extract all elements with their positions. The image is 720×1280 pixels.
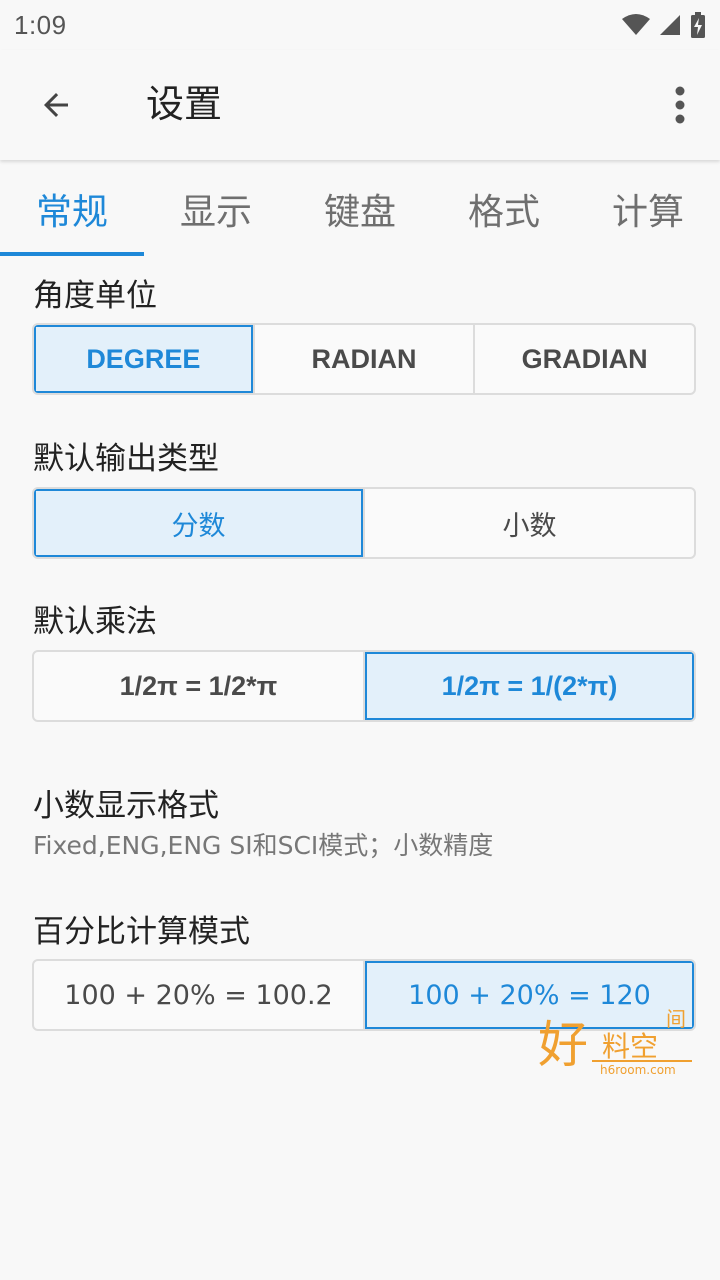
status-icons (622, 12, 706, 38)
watermark-text: 料空 (602, 1030, 658, 1063)
output-type-label: 默认输出类型 (33, 441, 219, 477)
arrow-back-icon (44, 93, 68, 117)
output-type-decimal-option[interactable]: 小数 (365, 489, 694, 557)
multiplication-implicit-option[interactable]: 1/2π = 1/2*π (34, 652, 365, 720)
decimal-format-label: 小数显示格式 (33, 788, 219, 824)
overflow-menu-button[interactable] (660, 77, 700, 133)
status-time: 1:09 (14, 9, 67, 40)
tab-bar: 常规 显示 键盘 格式 计算 (0, 162, 720, 256)
multiplication-grouped-option[interactable]: 1/2π = 1/(2*π) (365, 652, 694, 720)
tab-calculation[interactable]: 计算 (576, 162, 720, 256)
decimal-format-subtitle: Fixed,ENG,ENG SI和SCI模式；小数精度 (33, 831, 494, 860)
more-vert-icon (675, 86, 685, 124)
back-button[interactable] (28, 77, 84, 133)
output-type-fraction-option[interactable]: 分数 (34, 489, 365, 557)
watermark-main-glyph: 好 (538, 1016, 588, 1074)
app-bar: 设置 (0, 50, 720, 160)
watermark-url: h6room.com (600, 1063, 676, 1077)
multiplication-label: 默认乘法 (33, 604, 157, 640)
output-type-selector: 分数 小数 (32, 487, 696, 559)
angle-unit-selector: DEGREE RADIAN GRADIAN (32, 323, 696, 395)
angle-unit-degree-option[interactable]: DEGREE (34, 325, 255, 393)
percent-mode-label: 百分比计算模式 (33, 914, 250, 950)
tab-general[interactable]: 常规 (0, 162, 144, 256)
multiplication-selector: 1/2π = 1/2*π 1/2π = 1/(2*π) (32, 650, 696, 722)
watermark-logo: 好 料空 间 h6room.com (536, 1004, 696, 1078)
angle-unit-gradian-option[interactable]: GRADIAN (475, 325, 694, 393)
wifi-icon (622, 14, 650, 35)
tab-display[interactable]: 显示 (144, 162, 288, 256)
watermark-corner: 间 (666, 1007, 686, 1031)
page-title: 设置 (146, 82, 223, 126)
battery-icon (691, 12, 705, 38)
angle-unit-radian-option[interactable]: RADIAN (255, 325, 476, 393)
angle-unit-label: 角度单位 (33, 278, 157, 314)
percent-mode-option-1[interactable]: 100 + 20% = 100.2 (34, 961, 365, 1029)
status-bar: 1:09 (0, 0, 720, 50)
signal-icon (660, 15, 680, 35)
tab-keyboard[interactable]: 键盘 (288, 162, 432, 256)
tab-format[interactable]: 格式 (432, 162, 576, 256)
